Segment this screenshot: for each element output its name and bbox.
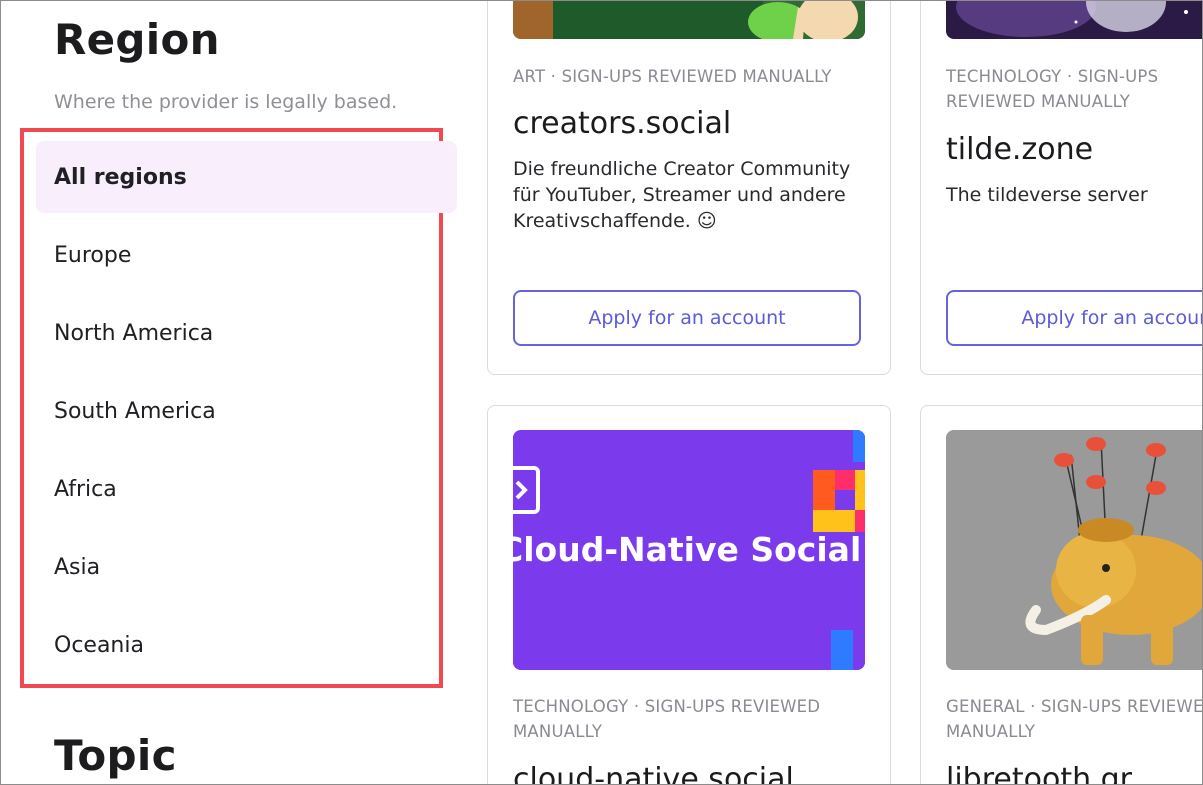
server-name[interactable]: tilde.zone	[946, 132, 1093, 167]
region-option-label: Africa	[54, 476, 117, 502]
server-meta: ART · SIGN-UPS REVIEWED MANUALLY	[513, 67, 832, 86]
server-banner-image	[946, 1, 1202, 39]
region-option-label: All regions	[54, 164, 187, 190]
server-banner-image: Cloud-Native Social	[513, 430, 865, 670]
apply-account-button[interactable]: Apply for an account	[946, 290, 1202, 346]
region-option-africa[interactable]: Africa	[36, 453, 457, 525]
region-option-all[interactable]: All regions	[36, 141, 457, 213]
server-card-cloud-native-social[interactable]: Cloud-Native Social TECHNOLOGY · SIGN-UP…	[487, 405, 891, 784]
region-option-label: Oceania	[54, 632, 144, 658]
screenshot-frame: Region Where the provider is legally bas…	[0, 0, 1203, 785]
region-option-label: North America	[54, 320, 214, 346]
topic-heading: Topic	[54, 731, 177, 780]
server-name[interactable]: cloud-native.social	[513, 762, 794, 784]
server-meta: TECHNOLOGY · SIGN-UPS REVIEWED MANUALLY	[513, 697, 821, 741]
server-card-libretooth-gr[interactable]: GENERAL · SIGN-UPS REVIEWED MANUALLY lib…	[920, 405, 1203, 784]
region-option-europe[interactable]: Europe	[36, 219, 457, 291]
region-description: Where the provider is legally based.	[54, 91, 398, 113]
server-card-creators-social[interactable]: ART · SIGN-UPS REVIEWED MANUALLY creator…	[487, 1, 891, 375]
banner-text: Cloud-Native Social	[513, 530, 862, 569]
region-option-label: South America	[54, 398, 216, 424]
server-card-tilde-zone[interactable]: TECHNOLOGY · SIGN-UPS REVIEWED MANUALLY …	[920, 1, 1202, 375]
server-name[interactable]: creators.social	[513, 106, 731, 141]
region-option-label: Asia	[54, 554, 101, 580]
region-option-asia[interactable]: Asia	[36, 531, 457, 603]
region-option-oceania[interactable]: Oceania	[36, 609, 457, 681]
region-heading: Region	[54, 15, 220, 64]
server-description: The tildeverse server	[946, 184, 1148, 206]
region-list: All regions Europe North America South A…	[36, 141, 457, 687]
server-meta: TECHNOLOGY · SIGN-UPS REVIEWED MANUALLY	[946, 67, 1159, 111]
server-meta: GENERAL · SIGN-UPS REVIEWED MANUALLY	[946, 697, 1203, 741]
apply-account-button[interactable]: Apply for an account	[513, 290, 861, 346]
server-banner-image	[946, 430, 1202, 670]
region-option-south-america[interactable]: South America	[36, 375, 457, 447]
filter-sidebar: Region Where the provider is legally bas…	[1, 1, 471, 784]
region-option-label: Europe	[54, 242, 132, 268]
server-description: Die freundliche Creator Community für Yo…	[513, 158, 851, 232]
server-name[interactable]: libretooth.gr	[946, 762, 1132, 784]
server-banner-image	[513, 1, 865, 39]
region-option-north-america[interactable]: North America	[36, 297, 457, 369]
